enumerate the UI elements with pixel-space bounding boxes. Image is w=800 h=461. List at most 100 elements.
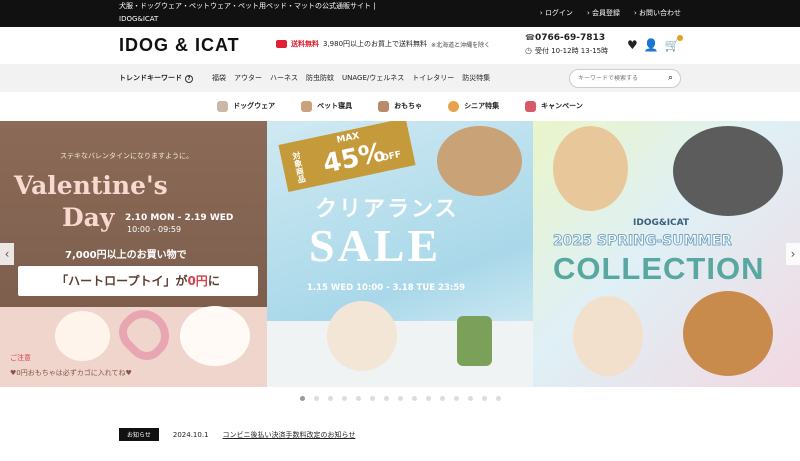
dog-photo <box>553 126 628 211</box>
truck-icon <box>276 40 287 48</box>
trend-label: トレンドキーワード <box>119 74 182 82</box>
bed-icon <box>301 100 313 112</box>
news-row: お知らせ 2024.10.1 コンビニ後払い決済手数料改定のお知らせ <box>119 428 355 441</box>
category-label: ドッグウェア <box>233 102 276 110</box>
heart-icon[interactable]: ♥ <box>627 38 638 52</box>
discount-badge: 対象商品 MAX 45% OFF <box>278 121 416 192</box>
slider-next-button[interactable]: › <box>786 243 800 265</box>
slider-dot[interactable] <box>327 396 333 401</box>
dog-photo <box>180 306 250 366</box>
site-name: IDOG&ICAT <box>119 15 159 23</box>
dog-photo <box>437 126 522 196</box>
category-bedding[interactable]: ペット寝具 <box>301 100 353 112</box>
valentine-buy: 7,000円以上のお買い物で <box>65 250 187 261</box>
dog-photo <box>683 291 773 376</box>
news-link[interactable]: コンビニ後払い決済手数料改定のお知らせ <box>223 430 356 440</box>
product-photo <box>457 316 492 366</box>
slider-dot[interactable] <box>313 396 319 401</box>
valentine-dates: 2.10 MON - 2.19 WED <box>125 213 234 223</box>
ribbon-suffix: に <box>207 274 220 288</box>
header: IDOG & ICAT 送料無料 3,980円以上のお買上で送料無料 ※北海道と… <box>0 27 800 64</box>
valentine-title: Valentine's <box>14 171 168 200</box>
slide-spring-collection[interactable]: IDOG&ICAT 2025 SPRING-SUMMER COLLECTION <box>533 121 800 387</box>
nav-item[interactable]: 防虫防蚊 <box>306 73 334 83</box>
nav-item[interactable]: UNAGE/ウェルネス <box>342 73 404 83</box>
slider-dot[interactable] <box>467 396 473 401</box>
contact-link[interactable]: お問い合わせ <box>634 8 681 18</box>
nav-item[interactable]: トイレタリー <box>412 73 454 83</box>
slider-dot[interactable] <box>439 396 445 401</box>
collection-brand: IDOG&ICAT <box>633 218 690 228</box>
slider-dot[interactable] <box>341 396 347 401</box>
category-senior[interactable]: シニア特集 <box>448 100 500 112</box>
help-icon[interactable]: ? <box>185 75 193 83</box>
slider-dot[interactable] <box>299 396 305 401</box>
category-bar: ドッグウェア ペット寝具 おもちゃ シニア特集 キャンペーン <box>0 92 800 120</box>
login-link[interactable]: ログイン <box>540 8 573 18</box>
slider-prev-button[interactable]: ‹ <box>0 243 14 265</box>
slider-dot[interactable] <box>453 396 459 401</box>
slider-dots <box>0 396 800 401</box>
dogwear-icon <box>217 100 229 112</box>
ribbon-prefix: 「ハートロープトイ」が <box>56 274 188 288</box>
slider-dot[interactable] <box>369 396 375 401</box>
nav-item[interactable]: 防災特集 <box>462 73 490 83</box>
search-icon[interactable]: ⌕ <box>668 73 673 83</box>
site-description: 犬服・ドッグウェア・ペットウェア・ペット用ベッド・マットの公式通販サイト | <box>119 2 376 10</box>
badge-percent: 45% <box>320 137 388 180</box>
slider-dot[interactable] <box>355 396 361 401</box>
dog-photo <box>327 301 397 371</box>
nav-bar: トレンドキーワード? 福袋 アウター ハーネス 防虫防蚊 UNAGE/ウェルネス… <box>0 64 800 92</box>
slider-dot[interactable] <box>425 396 431 401</box>
toy-icon <box>378 100 390 112</box>
user-icon[interactable]: 👤 <box>644 38 659 52</box>
top-bar: 犬服・ドッグウェア・ペットウェア・ペット用ベッド・マットの公式通販サイト | I… <box>0 0 800 27</box>
valentine-ribbon: 「ハートロープトイ」が0円に <box>18 266 258 296</box>
top-links: ログイン 会員登録 お問い合わせ <box>540 8 681 18</box>
search-box: ⌕ <box>569 69 681 88</box>
slide-valentine[interactable]: ステキなバレンタインになりますように。 Valentine's Day 2.10… <box>0 121 267 387</box>
collection-season: 2025 SPRING-SUMMER <box>553 233 733 250</box>
category-dogwear[interactable]: ドッグウェア <box>217 100 276 112</box>
slider-dot[interactable] <box>397 396 403 401</box>
gift-icon <box>525 100 537 112</box>
collection-title: COLLECTION <box>553 251 765 286</box>
category-label: ペット寝具 <box>317 102 353 110</box>
slider-dot[interactable] <box>383 396 389 401</box>
nav-item[interactable]: アウター <box>234 73 262 83</box>
phone-number[interactable]: 0766-69-7813 <box>525 33 605 43</box>
hero-slider: ステキなバレンタインになりますように。 Valentine's Day 2.10… <box>0 121 800 387</box>
category-campaign[interactable]: キャンペーン <box>525 100 583 112</box>
product-floor <box>267 321 533 387</box>
register-link[interactable]: 会員登録 <box>587 8 620 18</box>
category-label: シニア特集 <box>464 102 500 110</box>
badge-target: 対象商品 <box>291 150 307 184</box>
valentine-sticker: ご注意 <box>10 354 31 362</box>
ribbon-free: 0円 <box>187 274 208 288</box>
shipping-note: ※北海道と沖縄を除く <box>431 41 491 49</box>
nav-links: 福袋 アウター ハーネス 防虫防蚊 UNAGE/ウェルネス トイレタリー 防災特… <box>212 73 490 83</box>
cart-icon[interactable]: 🛒 <box>665 35 683 52</box>
nav-item[interactable]: ハーネス <box>270 73 298 83</box>
header-icons: ♥ 👤 🛒 <box>627 35 683 52</box>
heart-toy-icon <box>111 300 179 368</box>
category-toys[interactable]: おもちゃ <box>378 100 423 112</box>
slide-clearance-sale[interactable]: 対象商品 MAX 45% OFF クリアランス SALE 1.15 WED 10… <box>267 121 533 387</box>
slider-dot[interactable] <box>495 396 501 401</box>
sale-text: SALE <box>309 220 442 271</box>
valentine-note: ♥0円おもちゃは必ずカゴに入れてね♥ <box>10 369 132 377</box>
shipping-info: 送料無料 3,980円以上のお買上で送料無料 ※北海道と沖縄を除く <box>276 39 490 49</box>
business-hours: 受付 10-12時 13-15時 <box>525 46 608 56</box>
shipping-text: 3,980円以上のお買上で送料無料 <box>323 40 428 48</box>
slider-dot[interactable] <box>481 396 487 401</box>
valentine-times: 10:00 - 09:59 <box>127 225 182 234</box>
senior-icon <box>448 100 460 112</box>
nav-item[interactable]: 福袋 <box>212 73 226 83</box>
sale-period: 1.15 WED 10:00 - 3.18 TUE 23:59 <box>307 283 466 293</box>
logo[interactable]: IDOG & ICAT <box>119 35 240 56</box>
category-label: おもちゃ <box>394 102 423 110</box>
category-label: キャンペーン <box>541 102 583 110</box>
search-input[interactable] <box>578 75 663 82</box>
valentine-title-day: Day <box>62 203 115 232</box>
slider-dot[interactable] <box>411 396 417 401</box>
